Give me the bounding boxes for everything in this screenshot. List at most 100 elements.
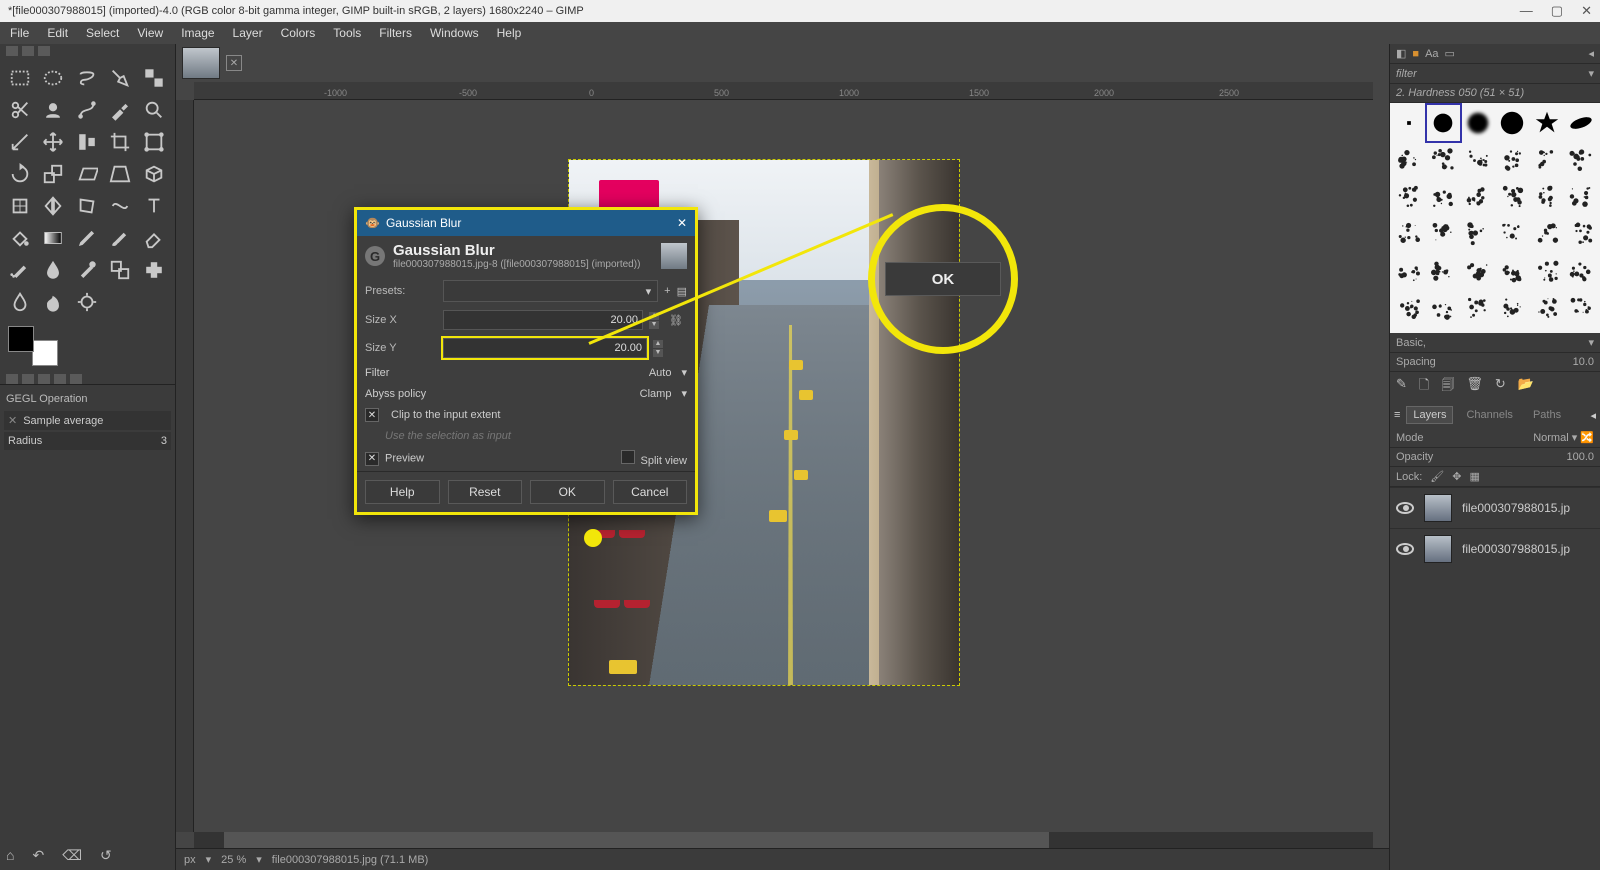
menu-select[interactable]: Select <box>86 26 119 40</box>
dialog-close-icon[interactable]: ✕ <box>677 216 687 230</box>
tool-cage[interactable] <box>75 194 99 218</box>
tool-airbrush[interactable] <box>8 258 32 282</box>
rp-tab-4[interactable]: ▭ <box>1445 47 1455 60</box>
cancel-button[interactable]: Cancel <box>613 480 688 504</box>
lock-pixels-icon[interactable]: 🖌 <box>1430 470 1444 483</box>
tool-flip[interactable] <box>41 194 65 218</box>
brush-refresh-icon[interactable]: ↻ <box>1495 376 1506 398</box>
brush-preset[interactable]: Basic, <box>1396 337 1426 349</box>
tool-shear[interactable] <box>75 162 99 186</box>
fg-color-swatch[interactable] <box>8 326 34 352</box>
tool-smudge[interactable] <box>41 290 65 314</box>
tab-menu-icon[interactable]: ≡ <box>1394 409 1400 421</box>
lock-pos-icon[interactable]: ✥ <box>1452 470 1461 483</box>
scrollbar-horizontal[interactable] <box>194 832 1373 848</box>
tool-warp[interactable] <box>108 194 132 218</box>
document-tab[interactable] <box>182 47 220 79</box>
sizey-up[interactable]: ▲ <box>653 340 663 348</box>
menu-layer[interactable]: Layer <box>233 26 263 40</box>
tool-clone[interactable] <box>108 258 132 282</box>
home-icon[interactable]: ⌂ <box>6 847 14 864</box>
tool-ink[interactable] <box>41 258 65 282</box>
split-checkbox[interactable] <box>621 450 635 464</box>
layer-name[interactable]: file000307988015.jp <box>1462 542 1570 556</box>
abyss-value[interactable]: Clamp <box>640 388 672 400</box>
reset-icon[interactable]: ↺ <box>100 847 112 864</box>
status-unit[interactable]: px <box>184 854 196 866</box>
status-zoom[interactable]: 25 % <box>221 854 246 866</box>
maximize-icon[interactable]: ▢ <box>1551 3 1563 19</box>
rp-tab-2[interactable]: ■ <box>1412 48 1419 60</box>
brush-open-icon[interactable]: 📂 <box>1518 376 1534 398</box>
layer-name[interactable]: file000307988015.jp <box>1462 501 1570 515</box>
menu-tools[interactable]: Tools <box>333 26 361 40</box>
menu-image[interactable]: Image <box>181 26 214 40</box>
menu-colors[interactable]: Colors <box>281 26 316 40</box>
tool-dodge[interactable] <box>75 290 99 314</box>
delete-icon[interactable]: ⌫ <box>62 847 82 864</box>
tab-layers[interactable]: Layers <box>1406 406 1453 424</box>
layer-row-1[interactable]: file000307988015.jp <box>1390 487 1600 528</box>
brush-dup-icon[interactable]: 🗐 <box>1441 376 1454 398</box>
panel-menu-icon-2[interactable]: ◂ <box>1590 409 1596 422</box>
tool-scissors[interactable] <box>8 98 32 122</box>
opt-sample-average[interactable]: Sample average <box>17 415 167 427</box>
tool-scale[interactable] <box>41 162 65 186</box>
brush-filter[interactable]: filter <box>1396 68 1588 80</box>
rp-tab-1[interactable]: ◧ <box>1396 47 1406 60</box>
tool-move[interactable] <box>41 130 65 154</box>
preset-menu-icon[interactable]: ▤ <box>677 285 687 298</box>
link-icon[interactable]: ⛓ <box>665 314 687 327</box>
close-icon[interactable]: ✕ <box>1581 3 1592 19</box>
tab-channels[interactable]: Channels <box>1459 406 1519 424</box>
visibility-icon[interactable] <box>1396 543 1414 555</box>
visibility-icon[interactable] <box>1396 502 1414 514</box>
help-button[interactable]: Help <box>365 480 440 504</box>
menu-view[interactable]: View <box>137 26 163 40</box>
tool-color-picker[interactable] <box>108 98 132 122</box>
menu-windows[interactable]: Windows <box>430 26 479 40</box>
filter-value[interactable]: Auto <box>649 367 672 379</box>
bg-color-swatch[interactable] <box>32 340 58 366</box>
clip-checkbox[interactable]: ✕ <box>365 408 379 422</box>
sizey-down[interactable]: ▼ <box>653 349 663 357</box>
tool-blur[interactable] <box>8 290 32 314</box>
tool-lasso[interactable] <box>75 66 99 90</box>
undo-icon[interactable]: ↶ <box>32 847 44 864</box>
tool-text[interactable] <box>142 194 166 218</box>
sizey-input[interactable] <box>443 338 647 358</box>
layer-row-2[interactable]: file000307988015.jp <box>1390 528 1600 569</box>
tool-pencil[interactable] <box>75 226 99 250</box>
tool-paintbrush[interactable] <box>108 226 132 250</box>
tool-perspective[interactable] <box>108 162 132 186</box>
ok-button[interactable]: OK <box>530 480 605 504</box>
tool-eraser[interactable] <box>142 226 166 250</box>
tab-paths[interactable]: Paths <box>1526 406 1568 424</box>
tool-zoom[interactable] <box>142 98 166 122</box>
tab-close-icon[interactable]: ✕ <box>226 55 242 71</box>
sizex-down[interactable]: ▼ <box>649 321 659 329</box>
menu-file[interactable]: File <box>10 26 29 40</box>
tool-align[interactable] <box>75 130 99 154</box>
menu-filters[interactable]: Filters <box>379 26 412 40</box>
preview-checkbox[interactable]: ✕ <box>365 452 379 466</box>
reset-button[interactable]: Reset <box>448 480 523 504</box>
sizex-input[interactable] <box>443 310 643 330</box>
tool-by-color[interactable] <box>142 66 166 90</box>
panel-menu-icon[interactable]: ◂ <box>1588 47 1594 60</box>
presets-dropdown[interactable]: ▾ <box>443 280 658 302</box>
opt-radius-value[interactable]: 3 <box>161 435 167 447</box>
brush-edit-icon[interactable]: ✎ <box>1396 376 1407 398</box>
spacing-value[interactable]: 10.0 <box>1573 356 1594 368</box>
tool-crop[interactable] <box>108 130 132 154</box>
brush-del-icon[interactable]: 🗑 <box>1466 376 1483 398</box>
tool-gradient[interactable] <box>41 226 65 250</box>
brush-grid[interactable] <box>1390 103 1600 333</box>
tool-heal[interactable] <box>142 258 166 282</box>
preset-add-icon[interactable]: + <box>664 285 670 297</box>
menu-edit[interactable]: Edit <box>47 26 68 40</box>
tool-paths[interactable] <box>75 98 99 122</box>
tool-foreground-select[interactable] <box>41 98 65 122</box>
tool-handle-transform[interactable] <box>8 194 32 218</box>
minimize-icon[interactable]: — <box>1520 3 1533 19</box>
